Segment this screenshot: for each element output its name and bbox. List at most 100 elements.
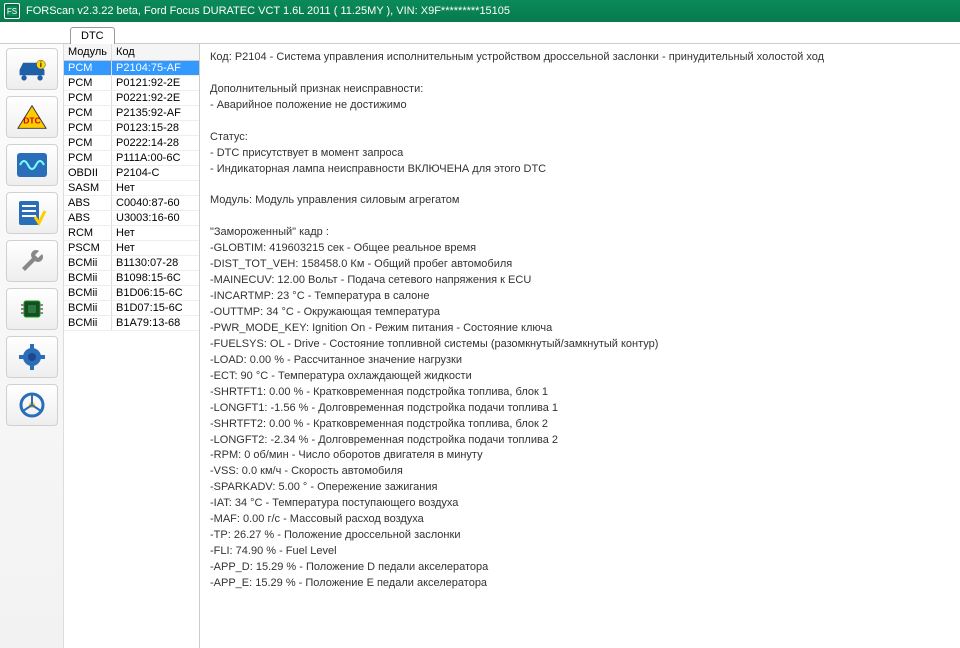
dtc-code-cell: P2135:92-AF	[112, 106, 199, 120]
header-code[interactable]: Код	[112, 44, 199, 60]
dtc-module-cell: BCMii	[64, 256, 112, 270]
dtc-row[interactable]: BCMiiB1130:07-28	[64, 256, 199, 271]
dtc-row[interactable]: PCMP0221:92-2E	[64, 91, 199, 106]
sidebar-vehicle-button[interactable]: i	[6, 48, 58, 90]
wrench-icon	[16, 247, 48, 275]
freeze-frame-param: -LONGFT2: -2.34 % - Долговременная подст…	[210, 433, 950, 449]
car-info-icon: i	[16, 55, 48, 83]
sidebar-chip-button[interactable]	[6, 288, 58, 330]
freeze-frame-param: -GLOBTIM: 419603215 сек - Общее реальное…	[210, 241, 950, 257]
dtc-module-cell: BCMii	[64, 286, 112, 300]
dtc-module-cell: PCM	[64, 106, 112, 120]
sidebar: i DTC	[0, 44, 64, 648]
dtc-triangle-icon: DTC	[16, 103, 48, 131]
dtc-table: Модуль Код PCMP2104:75-AFPCMP0121:92-2EP…	[64, 44, 200, 648]
checklist-icon	[16, 199, 48, 227]
chip-icon	[16, 295, 48, 323]
svg-text:DTC: DTC	[23, 116, 40, 126]
steering-wheel-icon	[16, 391, 48, 419]
tab-dtc[interactable]: DTC	[70, 27, 115, 44]
freeze-frame-param: -SHRTFT2: 0.00 % - Кратковременная подст…	[210, 417, 950, 433]
detail-additional-item: - Аварийное положение не достижимо	[210, 98, 950, 114]
dtc-code-cell: B1130:07-28	[112, 256, 199, 270]
dtc-code-cell: U3003:16-60	[112, 211, 199, 225]
dtc-row[interactable]: ABSU3003:16-60	[64, 211, 199, 226]
freeze-frame-param: -OUTTMP: 34 °C - Окружающая температура	[210, 305, 950, 321]
dtc-table-header: Модуль Код	[64, 44, 199, 61]
freeze-frame-param: -MAINECUV: 12.00 Вольт - Подача сетевого…	[210, 273, 950, 289]
dtc-row[interactable]: PCMP0222:14-28	[64, 136, 199, 151]
dtc-module-cell: PCM	[64, 76, 112, 90]
sidebar-tests-button[interactable]	[6, 192, 58, 234]
window-titlebar: FS FORScan v2.3.22 beta, Ford Focus DURA…	[0, 0, 960, 22]
dtc-row[interactable]: OBDIIP2104-C	[64, 166, 199, 181]
freeze-frame-param: -LONGFT1: -1.56 % - Долговременная подст…	[210, 401, 950, 417]
detail-freeze-label: "Замороженный" кадр :	[210, 225, 950, 241]
sidebar-service-button[interactable]	[6, 240, 58, 282]
freeze-frame-param: -SHRTFT1: 0.00 % - Кратковременная подст…	[210, 385, 950, 401]
dtc-code-cell: P2104-C	[112, 166, 199, 180]
freeze-frame-param: -SPARKADV: 5.00 ° - Опережение зажигания	[210, 480, 950, 496]
detail-status-item: - Индикаторная лампа неисправности ВКЛЮЧ…	[210, 162, 950, 178]
dtc-code-cell: P2104:75-AF	[112, 61, 199, 75]
freeze-frame-param: -MAF: 0.00 г/с - Массовый расход воздуха	[210, 512, 950, 528]
dtc-row[interactable]: BCMiiB1D07:15-6C	[64, 301, 199, 316]
freeze-frame-param: -TP: 26.27 % - Положение дроссельной зас…	[210, 528, 950, 544]
dtc-code-cell: B1098:15-6C	[112, 271, 199, 285]
header-module[interactable]: Модуль	[64, 44, 112, 60]
dtc-row[interactable]: BCMiiB1A79:13-68	[64, 316, 199, 331]
dtc-row[interactable]: BCMiiB1D06:15-6C	[64, 286, 199, 301]
dtc-row[interactable]: PCMP0121:92-2E	[64, 76, 199, 91]
dtc-module-cell: PCM	[64, 61, 112, 75]
freeze-frame-param: -LOAD: 0.00 % - Рассчитанное значение на…	[210, 353, 950, 369]
sidebar-steering-button[interactable]	[6, 384, 58, 426]
dtc-row[interactable]: RCMНет	[64, 226, 199, 241]
freeze-frame-param: -ECT: 90 °C - Температура охлаждающей жи…	[210, 369, 950, 385]
app-icon: FS	[4, 3, 20, 19]
dtc-module-cell: ABS	[64, 196, 112, 210]
dtc-module-cell: PCM	[64, 91, 112, 105]
detail-module-line: Модуль: Модуль управления силовым агрега…	[210, 193, 950, 209]
dtc-row[interactable]: PCMP2135:92-AF	[64, 106, 199, 121]
svg-text:FS: FS	[7, 7, 17, 16]
dtc-code-cell: B1D07:15-6C	[112, 301, 199, 315]
freeze-frame-param: -FUELSYS: OL - Drive - Состояние топливн…	[210, 337, 950, 353]
dtc-module-cell: BCMii	[64, 316, 112, 330]
freeze-frame-param: -IAT: 34 °C - Температура поступающего в…	[210, 496, 950, 512]
dtc-code-cell: B1D06:15-6C	[112, 286, 199, 300]
dtc-module-cell: PCM	[64, 121, 112, 135]
dtc-module-cell: PSCM	[64, 241, 112, 255]
dtc-module-cell: SASM	[64, 181, 112, 195]
dtc-module-cell: BCMii	[64, 301, 112, 315]
dtc-row[interactable]: ABSC0040:87-60	[64, 196, 199, 211]
dtc-code-cell: B1A79:13-68	[112, 316, 199, 330]
dtc-row[interactable]: PCMP0123:15-28	[64, 121, 199, 136]
freeze-frame-param: -VSS: 0.0 км/ч - Скорость автомобиля	[210, 464, 950, 480]
detail-status-item: - DTC присутствует в момент запроса	[210, 146, 950, 162]
dtc-row[interactable]: BCMiiB1098:15-6C	[64, 271, 199, 286]
dtc-module-cell: ABS	[64, 211, 112, 225]
dtc-code-cell: P111A:00-6C	[112, 151, 199, 165]
wave-icon	[16, 151, 48, 179]
dtc-module-cell: PCM	[64, 151, 112, 165]
dtc-row[interactable]: PCMP111A:00-6C	[64, 151, 199, 166]
dtc-row[interactable]: PSCMНет	[64, 241, 199, 256]
tab-row: DTC	[0, 22, 960, 44]
detail-additional-label: Дополнительный признак неисправности:	[210, 82, 950, 98]
dtc-code-cell: P0221:92-2E	[112, 91, 199, 105]
detail-code-line: Код: P2104 - Система управления исполнит…	[210, 50, 950, 66]
freeze-frame-param: -RPM: 0 об/мин - Число оборотов двигател…	[210, 448, 950, 464]
freeze-frame-param: -FLI: 74.90 % - Fuel Level	[210, 544, 950, 560]
dtc-code-cell: P0123:15-28	[112, 121, 199, 135]
dtc-detail-panel: Код: P2104 - Система управления исполнит…	[200, 44, 960, 648]
sidebar-settings-button[interactable]	[6, 336, 58, 378]
dtc-row[interactable]: PCMP2104:75-AF	[64, 61, 199, 76]
sidebar-oscilloscope-button[interactable]	[6, 144, 58, 186]
dtc-module-cell: BCMii	[64, 271, 112, 285]
sidebar-dtc-button[interactable]: DTC	[6, 96, 58, 138]
freeze-frame-param: -INCARTMP: 23 °C - Температура в салоне	[210, 289, 950, 305]
freeze-frame-param: -APP_D: 15.29 % - Положение D педали акс…	[210, 560, 950, 576]
dtc-row[interactable]: SASMНет	[64, 181, 199, 196]
dtc-code-cell: Нет	[112, 241, 199, 255]
gear-icon	[16, 343, 48, 371]
